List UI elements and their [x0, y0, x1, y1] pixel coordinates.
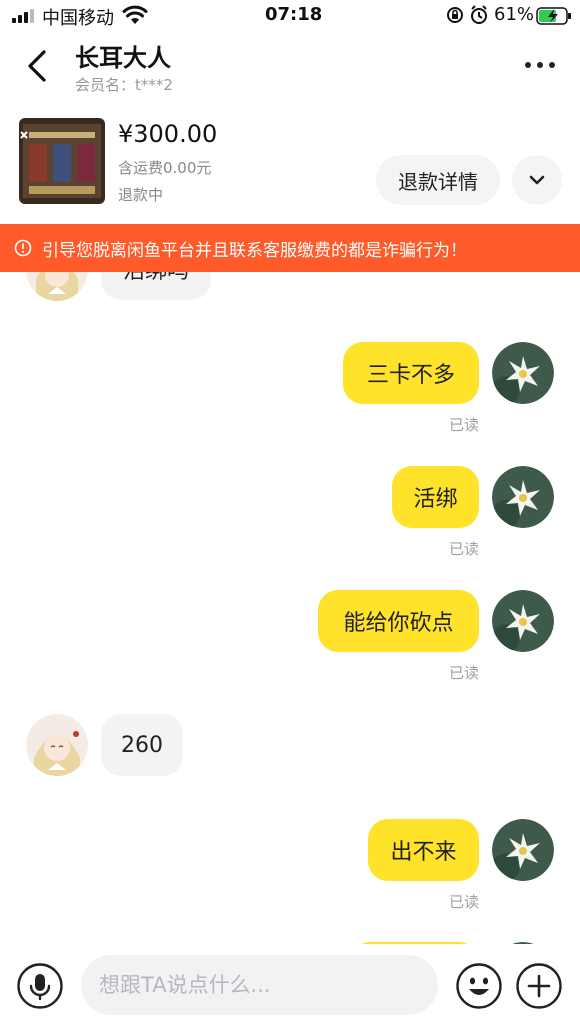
product-image — [19, 118, 105, 204]
member-name: 会员名：t***2 — [75, 76, 173, 94]
read-receipt: 已读 — [449, 416, 480, 434]
product-thumbnail[interactable] — [19, 118, 105, 204]
emoji-icon[interactable] — [456, 963, 502, 1009]
chevron-down-icon — [529, 175, 545, 185]
plus-icon[interactable] — [516, 963, 562, 1009]
wifi-icon — [122, 5, 148, 24]
shipping-fee: 含运费0.00元 — [118, 159, 212, 177]
alert-circle-icon — [14, 239, 32, 257]
warning-text: 引导您脱离闲鱼平台并且联系客服缴费的都是诈骗行为！ — [42, 240, 467, 261]
refund-status: 退款中 — [118, 186, 164, 204]
my-avatar[interactable] — [492, 466, 554, 528]
microphone-icon[interactable] — [17, 963, 63, 1009]
read-receipt: 已读 — [449, 664, 480, 682]
chat-title: 长耳大人 — [75, 44, 171, 72]
message-bubble-outgoing: 三卡不多 — [343, 342, 479, 404]
message-input[interactable] — [81, 955, 438, 1015]
message-list[interactable]: 活绑吗 三卡不多 已读 活绑 已读 能给你砍点 已读 260 出不来 已读 — [0, 224, 580, 944]
message-bubble-incoming: 260 — [101, 714, 183, 776]
battery-charging-icon — [536, 7, 571, 25]
alarm-icon — [471, 5, 487, 24]
more-options-icon[interactable] — [520, 56, 560, 74]
read-receipt: 已读 — [449, 893, 480, 911]
message-bubble-outgoing: 出不来 — [368, 819, 479, 881]
clock: 07:18 — [265, 4, 323, 25]
carrier-name: 中国移动 — [42, 8, 114, 29]
signal-icon — [12, 9, 34, 23]
product-price: ¥300.00 — [118, 120, 218, 148]
fraud-warning-banner: 引导您脱离闲鱼平台并且联系客服缴费的都是诈骗行为！ — [0, 224, 580, 272]
battery-percent: 61% — [494, 4, 535, 25]
my-avatar[interactable] — [492, 819, 554, 881]
my-avatar[interactable] — [492, 342, 554, 404]
my-avatar[interactable] — [492, 590, 554, 652]
back-arrow-icon[interactable] — [24, 46, 52, 86]
contact-avatar[interactable] — [26, 714, 88, 776]
refund-details-button[interactable]: 退款详情 — [376, 155, 500, 205]
chat-screen: 中国移动 07:18 61% 长耳大人 会员名：t***2 ¥300.00 含运… — [0, 0, 580, 1032]
status-bar: 中国移动 07:18 61% — [0, 0, 580, 32]
message-bubble-outgoing: 活绑 — [392, 466, 479, 528]
expand-button[interactable] — [512, 155, 562, 205]
read-receipt: 已读 — [449, 540, 480, 558]
message-bubble-outgoing: 能给你砍点 — [318, 590, 479, 652]
rotation-lock-icon — [447, 7, 463, 23]
